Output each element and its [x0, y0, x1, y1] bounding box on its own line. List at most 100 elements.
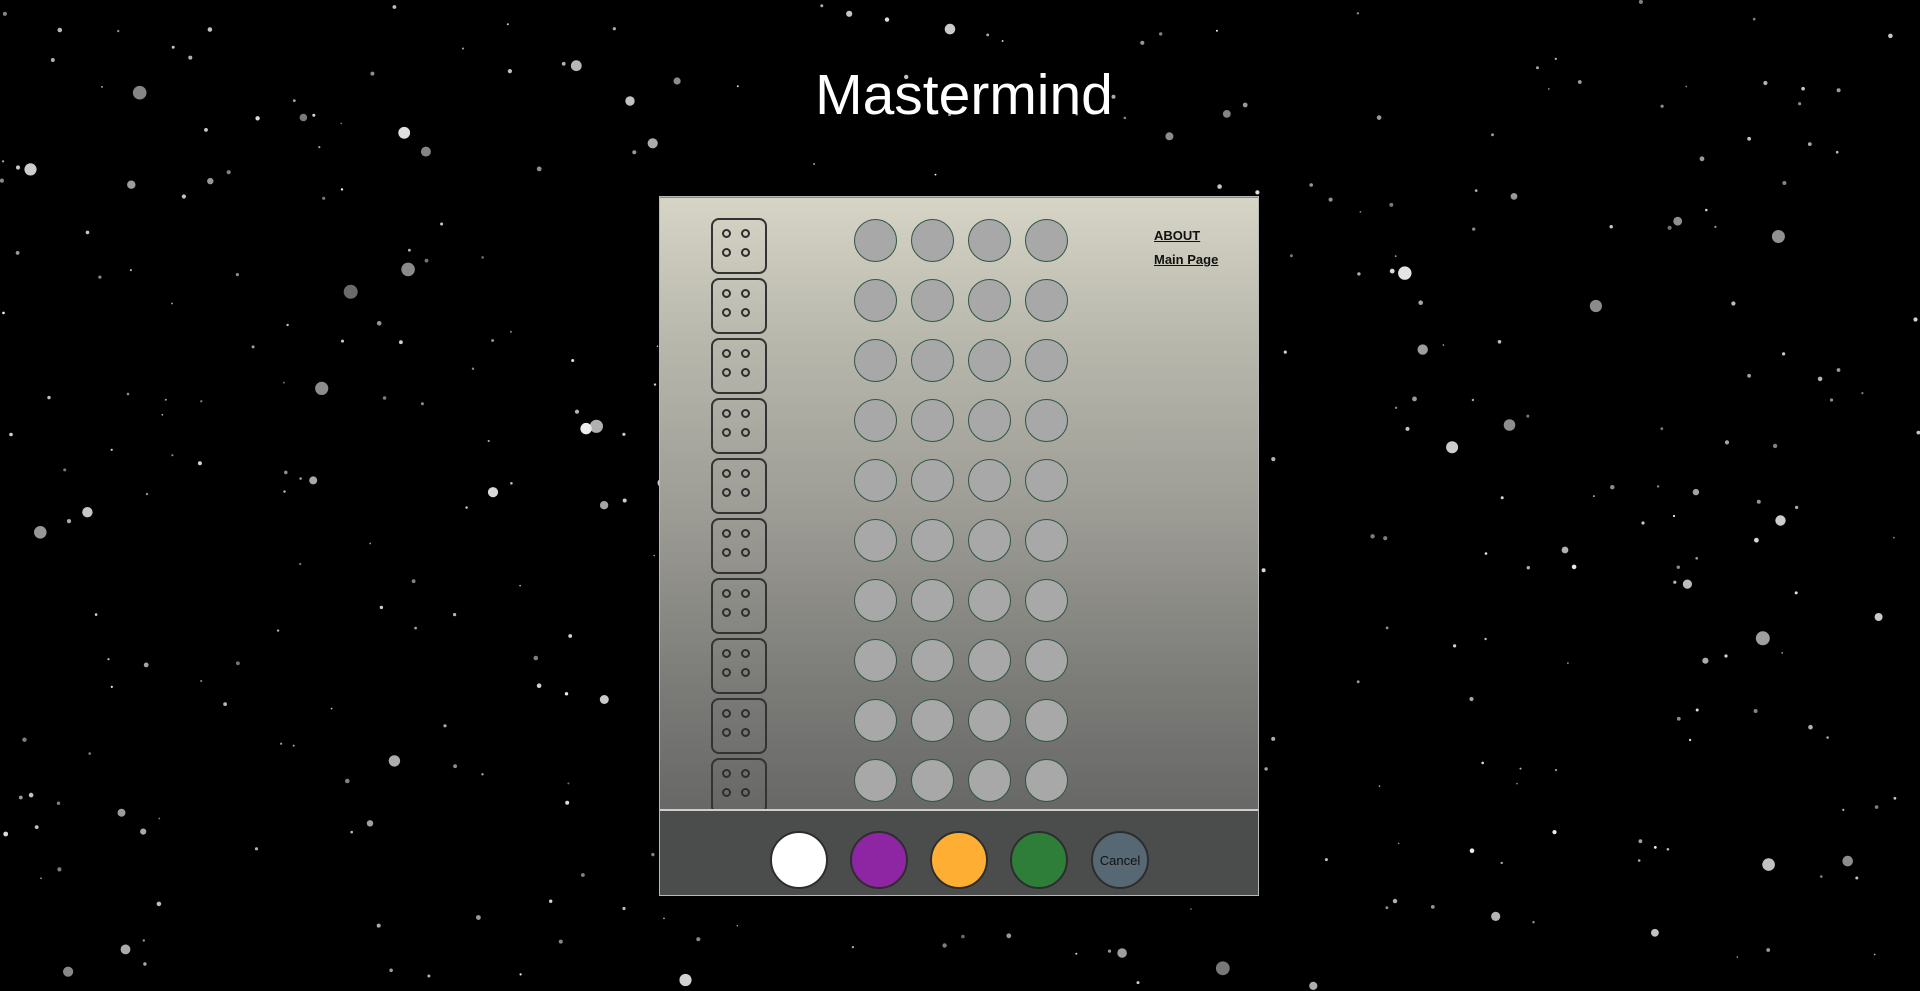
star: [487, 439, 490, 443]
star: [1217, 184, 1222, 189]
star: [1667, 225, 1672, 230]
star: [1836, 368, 1841, 372]
star: [1771, 230, 1785, 243]
feedback-box: [711, 398, 767, 454]
star: [651, 852, 655, 857]
feedback-peg: [741, 368, 750, 377]
star: [1592, 495, 1595, 498]
guess-hole[interactable]: [1025, 639, 1068, 682]
star: [1893, 536, 1895, 539]
star: [1357, 272, 1361, 276]
color-swatch-orange[interactable]: [930, 831, 988, 889]
guess-hole[interactable]: [854, 279, 897, 322]
star: [15, 165, 21, 170]
guess-hole[interactable]: [854, 639, 897, 682]
star: [1702, 657, 1709, 664]
guess-hole[interactable]: [1025, 339, 1068, 382]
guess-hole[interactable]: [968, 519, 1011, 562]
guess-hole[interactable]: [968, 339, 1011, 382]
star: [1516, 782, 1518, 785]
guess-hole[interactable]: [1025, 519, 1068, 562]
color-swatch-white[interactable]: [770, 831, 828, 889]
guess-hole[interactable]: [968, 759, 1011, 802]
guess-hole[interactable]: [854, 699, 897, 742]
star: [612, 27, 616, 31]
guess-hole[interactable]: [854, 219, 897, 262]
star: [129, 269, 132, 272]
star: [22, 737, 27, 742]
guess-hole[interactable]: [911, 579, 954, 622]
star: [1807, 142, 1812, 147]
star: [1695, 708, 1699, 712]
star: [341, 339, 344, 343]
guess-hole[interactable]: [968, 639, 1011, 682]
about-link[interactable]: ABOUT: [1154, 228, 1218, 243]
star: [143, 662, 149, 668]
guess-hole[interactable]: [968, 699, 1011, 742]
guess-hole[interactable]: [968, 399, 1011, 442]
star: [9, 432, 13, 437]
color-swatch-green[interactable]: [1010, 831, 1068, 889]
star: [1430, 905, 1435, 909]
guess-hole[interactable]: [968, 279, 1011, 322]
star: [510, 482, 513, 485]
guess-hole[interactable]: [911, 639, 954, 682]
star: [0, 178, 4, 183]
star: [1398, 266, 1412, 280]
star: [934, 173, 937, 176]
star: [1397, 842, 1400, 845]
guess-hole[interactable]: [1025, 459, 1068, 502]
star: [1651, 928, 1659, 937]
star: [1107, 949, 1112, 953]
cancel-button[interactable]: Cancel: [1091, 831, 1149, 889]
guess-hole[interactable]: [854, 759, 897, 802]
star: [679, 973, 692, 987]
guess-hole[interactable]: [911, 699, 954, 742]
star: [581, 873, 585, 877]
star: [1656, 485, 1660, 488]
guess-hole[interactable]: [854, 519, 897, 562]
guess-hole[interactable]: [1025, 219, 1068, 262]
star: [399, 340, 403, 345]
guess-hole[interactable]: [911, 219, 954, 262]
guess-hole[interactable]: [854, 399, 897, 442]
guess-hole[interactable]: [854, 339, 897, 382]
guess-hole[interactable]: [1025, 399, 1068, 442]
guess-hole[interactable]: [1025, 699, 1068, 742]
guess-hole[interactable]: [968, 459, 1011, 502]
guess-hole[interactable]: [968, 579, 1011, 622]
feedback-peg: [722, 529, 731, 538]
guess-hole[interactable]: [911, 399, 954, 442]
star: [1888, 33, 1893, 39]
star: [236, 661, 240, 666]
star: [1442, 344, 1445, 346]
guess-hole[interactable]: [911, 519, 954, 562]
guess-row: [854, 519, 1082, 579]
feedback-peg: [722, 728, 731, 737]
color-swatch-purple[interactable]: [850, 831, 908, 889]
guess-hole[interactable]: [1025, 279, 1068, 322]
star: [1190, 908, 1192, 910]
feedback-box: [711, 278, 767, 334]
main-page-link[interactable]: Main Page: [1154, 252, 1218, 267]
guess-hole[interactable]: [911, 279, 954, 322]
guess-hole[interactable]: [1025, 759, 1068, 802]
feedback-peg: [722, 668, 731, 677]
star: [653, 383, 657, 386]
guess-hole[interactable]: [911, 759, 954, 802]
guess-hole[interactable]: [968, 219, 1011, 262]
star: [567, 782, 570, 785]
star: [389, 968, 393, 973]
star: [126, 392, 130, 396]
guess-hole[interactable]: [1025, 579, 1068, 622]
guess-hole[interactable]: [854, 579, 897, 622]
star: [622, 906, 626, 911]
star: [2, 11, 7, 16]
guess-hole[interactable]: [854, 459, 897, 502]
guess-hole[interactable]: [911, 339, 954, 382]
star: [851, 946, 855, 949]
star: [57, 27, 63, 33]
star: [1756, 499, 1761, 504]
guess-hole[interactable]: [911, 459, 954, 502]
star: [1075, 952, 1078, 955]
